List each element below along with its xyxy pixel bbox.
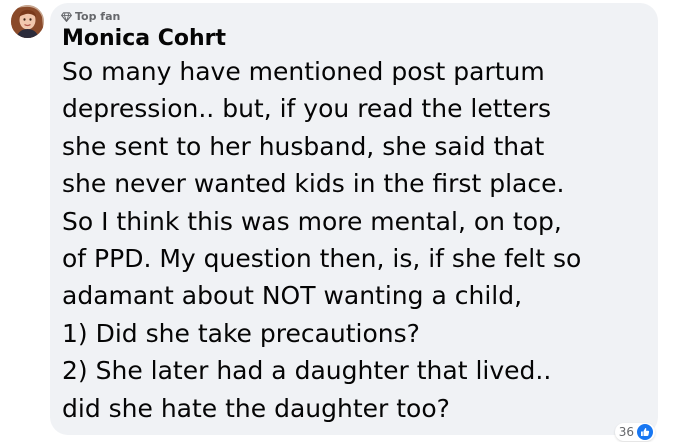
- comment-text-line: did she hate the daughter too?: [62, 393, 450, 423]
- comment-text-line: 1) Did she take precautions?: [62, 318, 420, 348]
- comment-text-line: adamant about NOT wanting a child,: [62, 281, 523, 311]
- comment-text-line: of PPD. My question then, is, if she fel…: [62, 244, 582, 274]
- comment-text-line: So many have mentioned post partum: [62, 57, 545, 86]
- comment-text-line: depression.. but, if you read the letter…: [62, 94, 552, 124]
- avatar[interactable]: [11, 5, 44, 38]
- avatar-photo: [11, 5, 44, 38]
- top-fan-badge: Top fan: [61, 10, 120, 23]
- comment-text-line: she sent to her husband, she said that: [62, 131, 545, 161]
- comment-text-line: she never wanted kids in the first place…: [62, 169, 565, 199]
- diamond-icon: [61, 11, 72, 22]
- reactions-summary[interactable]: 36: [614, 423, 655, 441]
- comment-text-line: So I think this was more mental, on top,: [62, 206, 562, 236]
- like-icon: [637, 424, 653, 440]
- badge-label: Top fan: [75, 10, 121, 23]
- comment-text: So many have mentioned post partum depre…: [62, 53, 656, 427]
- author-name[interactable]: Monica Cohrt: [62, 25, 226, 53]
- reaction-count: 36: [618, 425, 634, 439]
- comment-bubble: Top fan Monica Cohrt So many have mentio…: [50, 3, 658, 441]
- comment-text-line: 2) She later had a daughter that lived..: [62, 356, 552, 386]
